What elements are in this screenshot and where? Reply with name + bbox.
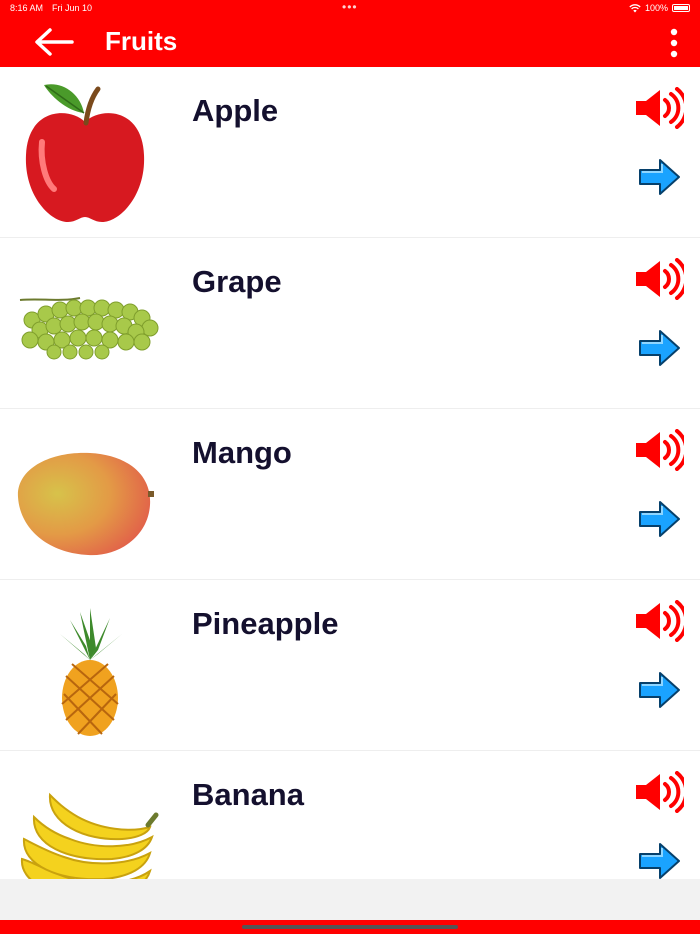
home-indicator[interactable] [242,925,458,929]
status-bar: 8:16 AM Fri Jun 10 ••• 100% [0,0,700,18]
status-right: 100% [629,3,690,13]
multitasking-dots[interactable]: ••• [342,0,358,14]
list-item[interactable]: Mango [0,409,700,580]
speaker-icon[interactable] [634,87,684,129]
wifi-icon [629,3,641,12]
list-item[interactable]: Grape [0,238,700,409]
speaker-icon[interactable] [634,600,684,642]
next-arrow-icon[interactable] [636,155,682,197]
speaker-icon[interactable] [634,429,684,471]
next-arrow-icon[interactable] [636,497,682,539]
next-arrow-icon[interactable] [636,326,682,368]
speaker-icon[interactable] [634,771,684,813]
next-arrow-icon[interactable] [636,668,682,710]
speaker-icon[interactable] [634,258,684,300]
fruit-name: Grape [192,264,282,299]
next-arrow-icon[interactable] [636,839,682,879]
list-item[interactable]: Apple [0,67,700,238]
battery-icon [672,4,690,12]
pineapple-image [60,608,122,736]
list-item[interactable]: Pineapple [0,580,700,751]
grape-image [19,297,159,360]
fruit-name: Pineapple [192,606,339,641]
mango-image [17,452,154,556]
fruit-name: Banana [192,777,304,812]
list-item[interactable]: Banana [0,751,700,879]
fruit-name: Apple [192,93,279,128]
fruit-list[interactable]: Apple Grape Mango Pineapple Banana [0,67,700,879]
fruit-name: Mango [192,435,292,470]
banana-image [20,792,159,879]
more-vertical-icon[interactable] [662,26,686,60]
status-time: 8:16 AM [10,3,44,13]
back-arrow-icon[interactable] [32,26,76,58]
page-title: Fruits [105,26,178,56]
app-header: Fruits [0,18,700,67]
bottom-area [0,879,700,920]
apple-image [25,84,145,222]
status-date: Fri Jun 10 [52,3,93,13]
battery-percent: 100% [644,3,668,13]
